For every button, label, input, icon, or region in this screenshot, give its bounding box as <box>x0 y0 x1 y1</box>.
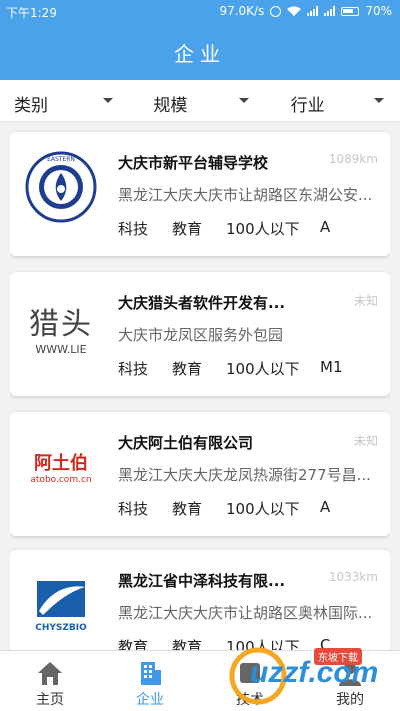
caret-down-icon <box>103 98 114 103</box>
company-address: 黑龙江大庆大庆市让胡路区东湖公安... <box>118 186 373 204</box>
logo-subtext: atobo.com.cn <box>30 475 92 485</box>
company-card[interactable]: CHYSZBIO 黑龙江省中泽科技有限... 1033km 黑龙江大庆大庆市让胡… <box>10 550 390 650</box>
tag-industry: 科技 <box>118 360 149 378</box>
company-address: 黑龙江大庆大庆龙凤热源街277号昌... <box>118 466 371 484</box>
school-seal-logo: EASTERN <box>24 150 98 224</box>
filter-scale-label: 规模 <box>153 96 188 116</box>
company-distance: 1033km <box>328 570 378 584</box>
signal-icon-2 <box>324 6 336 16</box>
tag-industry: 教育 <box>118 638 149 650</box>
network-speed: 97.0K/s <box>219 4 265 18</box>
tag-size: 100人以下 <box>226 500 300 518</box>
page-title: 企业 <box>174 41 226 66</box>
company-name: 黑龙江省中泽科技有限... <box>118 572 286 590</box>
company-distance: 1089km <box>328 152 378 166</box>
tag-size: 100人以下 <box>226 360 300 378</box>
watermark: uzzf.com 东坡下载 <box>228 642 398 710</box>
battery-icon <box>341 6 360 16</box>
logo-text: 猎头 <box>29 306 93 342</box>
alarm-icon <box>270 5 282 17</box>
atobo-logo: 阿土伯 atobo.com.cn <box>24 430 98 504</box>
company-list[interactable]: EASTERN 大庆市新平台辅导学校 1089km 黑龙江大庆大庆市让胡路区东湖… <box>10 122 390 650</box>
status-bar: 下午1:29 97.0K/s 70% <box>0 0 400 24</box>
company-distance: 未知 <box>353 434 378 448</box>
company-distance: 未知 <box>353 294 378 308</box>
tag-field: 教育 <box>172 360 203 378</box>
company-card[interactable]: EASTERN 大庆市新平台辅导学校 1089km 黑龙江大庆大庆市让胡路区东湖… <box>10 132 390 256</box>
caret-down-icon <box>373 98 384 103</box>
tag-grade: A <box>320 218 331 236</box>
caret-down-icon <box>238 98 249 103</box>
logo-text: CHYSZBIO <box>35 623 87 633</box>
tab-home[interactable]: 主页 <box>0 651 100 711</box>
filter-scale[interactable]: 规模 <box>133 80 266 121</box>
home-icon <box>38 662 62 685</box>
swoosh-icon <box>37 581 85 617</box>
tag-grade: M1 <box>320 358 343 376</box>
status-icons: 97.0K/s 70% <box>219 4 392 18</box>
tab-home-label: 主页 <box>36 692 64 708</box>
company-address: 黑龙江大庆大庆市让胡路区奥林国际... <box>118 604 373 622</box>
filter-industry-label: 行业 <box>290 96 325 116</box>
tag-field: 教育 <box>172 220 203 238</box>
app-bar: 企业 <box>0 24 400 80</box>
filter-category-label: 类别 <box>14 96 48 116</box>
svg-text:EASTERN: EASTERN <box>47 156 75 163</box>
company-card[interactable]: 猎头 WWW.LIE 大庆猎头者软件开发有... 未知 大庆市龙凤区服务外包园 … <box>10 272 390 396</box>
filter-industry[interactable]: 行业 <box>267 80 400 121</box>
tag-field: 教育 <box>172 638 203 650</box>
tag-size: 100人以下 <box>226 220 300 238</box>
tab-enterprise[interactable]: 企业 <box>100 651 200 711</box>
filter-bar: 类别 规模 行业 <box>0 80 400 122</box>
logo-text: 阿土伯 <box>34 453 88 474</box>
chyszbio-logo: CHYSZBIO <box>24 568 98 642</box>
tag-grade: A <box>320 498 331 516</box>
tag-industry: 科技 <box>118 500 149 518</box>
tag-industry: 科技 <box>118 220 149 238</box>
tag-field: 教育 <box>172 500 203 518</box>
company-name: 大庆市新平台辅导学校 <box>118 154 269 172</box>
building-icon <box>141 662 161 685</box>
wifi-icon <box>287 6 302 16</box>
logo-subtext: WWW.LIE <box>35 342 87 356</box>
tab-enterprise-label: 企业 <box>136 692 164 708</box>
filter-category[interactable]: 类别 <box>0 80 133 121</box>
signal-icon <box>307 6 319 16</box>
company-name: 大庆猎头者软件开发有... <box>118 294 286 312</box>
watermark-badge: 东坡下载 <box>314 648 362 665</box>
status-time: 下午1:29 <box>6 6 57 20</box>
battery-level: 70% <box>365 4 392 18</box>
company-card[interactable]: 阿土伯 atobo.com.cn 大庆阿土伯有限公司 未知 黑龙江大庆大庆龙凤热… <box>10 412 390 536</box>
company-address: 大庆市龙凤区服务外包园 <box>118 326 284 344</box>
company-name: 大庆阿土伯有限公司 <box>118 434 254 452</box>
liete-logo: 猎头 WWW.LIE <box>24 290 98 364</box>
